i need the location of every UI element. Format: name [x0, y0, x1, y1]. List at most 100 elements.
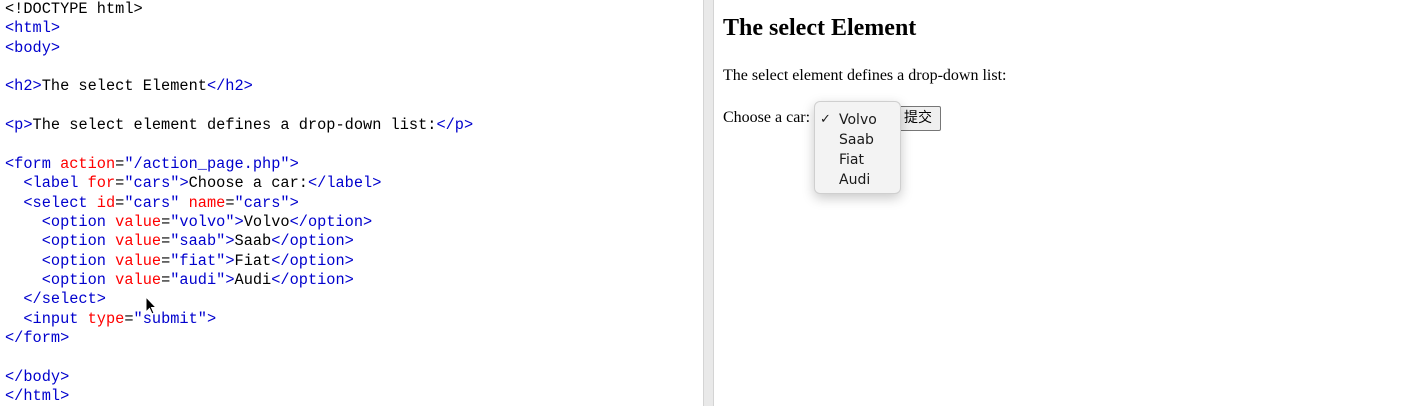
preview-heading: The select Element [723, 15, 917, 41]
code-token-val: "saab" [170, 232, 226, 250]
code-token-text: = [124, 310, 134, 328]
code-token-val: "cars" [234, 194, 290, 212]
code-token-tag: <select [23, 194, 97, 212]
code-token-text: = [115, 174, 125, 192]
code-token-text: = [115, 155, 125, 173]
code-token-tag: </select> [23, 290, 106, 308]
code-token-tag: > [179, 174, 189, 192]
code-line: <!DOCTYPE html> [5, 0, 143, 19]
code-line: <select id="cars" name="cars"> [5, 194, 299, 213]
code-token-tag: <body> [5, 39, 61, 57]
code-token-tag: </body> [5, 368, 70, 386]
code-line: <body> [5, 39, 60, 58]
mouse-pointer-icon [145, 296, 157, 315]
option-volvo[interactable]: Volvo [839, 110, 877, 130]
code-token-tag: <form [5, 155, 61, 173]
code-token-tag: > [206, 310, 217, 328]
code-token-tag: > [234, 213, 244, 231]
code-line: <option value="audi">Audi</option> [5, 271, 354, 290]
code-token-tag: </p> [436, 116, 474, 134]
code-token-text: The select element defines a drop-down l… [32, 116, 437, 134]
code-line: </body> [5, 368, 69, 387]
code-token-tag: > [225, 271, 235, 289]
code-token-text: = [161, 232, 171, 250]
code-token-val: "volvo" [170, 213, 235, 231]
code-token-text: Fiat [234, 252, 272, 270]
code-token-text: = [161, 213, 171, 231]
code-token-attr: name [188, 194, 226, 212]
code-token-text: = [225, 194, 235, 212]
code-token-tag: <p> [5, 116, 33, 134]
code-token-attr: type [87, 310, 125, 328]
code-token-attr: value [115, 232, 162, 250]
result-preview: The select Element The select element de… [714, 0, 1418, 406]
code-token-attr: value [115, 252, 162, 270]
code-token-attr: id [96, 194, 116, 212]
code-token-tag: > [225, 232, 235, 250]
code-line: </form> [5, 329, 69, 348]
option-saab[interactable]: Saab [839, 130, 874, 150]
code-token-tag: </label> [307, 174, 382, 192]
code-token-tag: <option [41, 232, 116, 250]
code-token-tag: </option> [289, 213, 373, 231]
code-line: <option value="fiat">Fiat</option> [5, 252, 354, 271]
code-token-tag: </h2> [206, 77, 253, 95]
code-token-tag: <h2> [5, 77, 42, 95]
code-token-text: The select Element [41, 77, 207, 95]
code-token-text: Volvo [243, 213, 290, 231]
option-fiat[interactable]: Fiat [839, 150, 864, 170]
code-token-text: Audi [234, 271, 272, 289]
code-token-tag: </option> [271, 252, 354, 270]
preview-paragraph: The select element defines a drop-down l… [723, 67, 1007, 84]
code-token-tag: </option> [271, 271, 354, 289]
code-token-tag: </form> [5, 329, 70, 347]
code-line: <option value="volvo">Volvo</option> [5, 213, 373, 232]
submit-button[interactable]: 提交 [895, 106, 941, 131]
code-token-text: Saab [234, 232, 272, 250]
code-token-tag: <option [41, 213, 116, 231]
code-token-val: "audi" [170, 271, 226, 289]
code-token-tag: > [225, 252, 235, 270]
option-audi[interactable]: Audi [839, 170, 870, 190]
code-line: <html> [5, 19, 60, 38]
code-token-text: = [161, 252, 171, 270]
code-line: </select> [5, 290, 106, 309]
code-token-tag: </option> [271, 232, 354, 250]
code-token-tag: <option [41, 252, 116, 270]
code-token-val: "cars" [124, 174, 180, 192]
code-token-tag: > [289, 155, 299, 173]
code-token-text: = [115, 194, 125, 212]
code-token-doc: <!DOCTYPE html> [5, 0, 143, 18]
pane-divider[interactable] [703, 0, 714, 406]
code-token-tag: <label [23, 174, 88, 192]
code-editor[interactable]: <!DOCTYPE html> <html> <body> <h2>The selec… [0, 0, 703, 406]
code-token-tag: <html> [5, 19, 61, 37]
code-token-text: Choose a car: [188, 174, 308, 192]
code-token-text: = [161, 271, 171, 289]
code-token-tag: <input [23, 310, 88, 328]
code-token-val: "fiat" [170, 252, 226, 270]
code-token-tag: > [289, 194, 299, 212]
code-token-tag: <option [41, 271, 116, 289]
code-token-val: "/action_page.php" [124, 155, 290, 173]
code-token-val: "cars" [124, 194, 180, 212]
checkmark-icon: ✓ [820, 112, 831, 127]
code-line: <h2>The select Element</h2> [5, 77, 253, 96]
code-line: <form action="/action_page.php"> [5, 155, 299, 174]
code-line: <option value="saab">Saab</option> [5, 232, 354, 251]
code-token-attr: action [60, 155, 116, 173]
code-line: <input type="submit"> [5, 310, 216, 329]
cars-select-dropdown[interactable]: ✓ Volvo Saab Fiat Audi [814, 101, 901, 194]
code-token-attr: value [115, 271, 162, 289]
code-token-tag: </html> [5, 387, 70, 405]
code-line: <p>The select element defines a drop-dow… [5, 116, 473, 135]
